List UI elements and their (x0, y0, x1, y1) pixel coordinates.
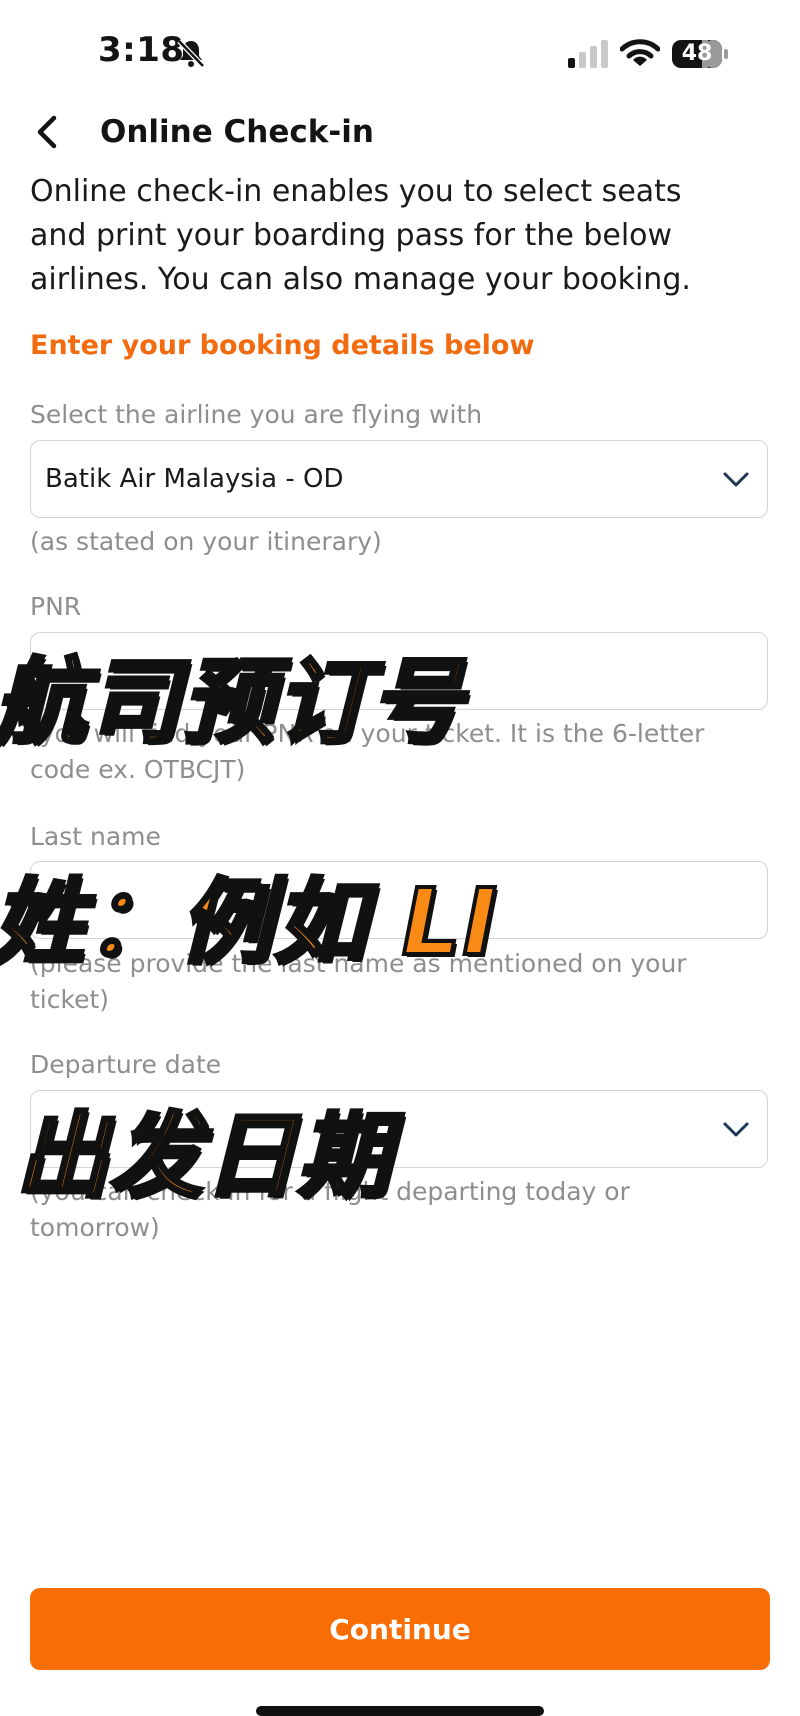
chevron-down-icon (723, 472, 749, 487)
section-heading: Enter your booking details below (30, 330, 535, 361)
pnr-label: PNR (30, 592, 82, 621)
battery-level: 48 (681, 41, 713, 66)
airline-value: Batik Air Malaysia - OD (45, 464, 344, 494)
departure-label: Departure date (30, 1050, 222, 1079)
continue-button[interactable]: Continue (30, 1588, 770, 1670)
cellular-signal-icon (568, 40, 608, 68)
nav-header: Online Check-in (0, 100, 800, 170)
home-indicator (256, 1706, 544, 1716)
chevron-down-icon (723, 1122, 749, 1137)
intro-text: Online check-in enables you to select se… (30, 174, 691, 297)
back-arrow-icon[interactable] (30, 112, 64, 152)
page-title: Online Check-in (100, 114, 374, 150)
status-bar: 3:18 48 (0, 0, 800, 110)
last-name-label: Last name (30, 822, 161, 851)
overlay-caption-departure: 出发日期 (14, 1101, 393, 1212)
overlay-caption-pnr: 航司预订号 (0, 647, 465, 758)
airline-label: Select the airline you are flying with (30, 400, 483, 429)
bell-muted-icon (177, 39, 205, 68)
airline-select[interactable]: Batik Air Malaysia - OD (30, 440, 768, 518)
status-time: 3:18 (98, 30, 185, 70)
airline-hint: (as stated on your itinerary) (30, 527, 382, 556)
overlay-caption-last-name: 姓：例如 LI (0, 867, 499, 978)
wifi-icon (620, 39, 660, 66)
